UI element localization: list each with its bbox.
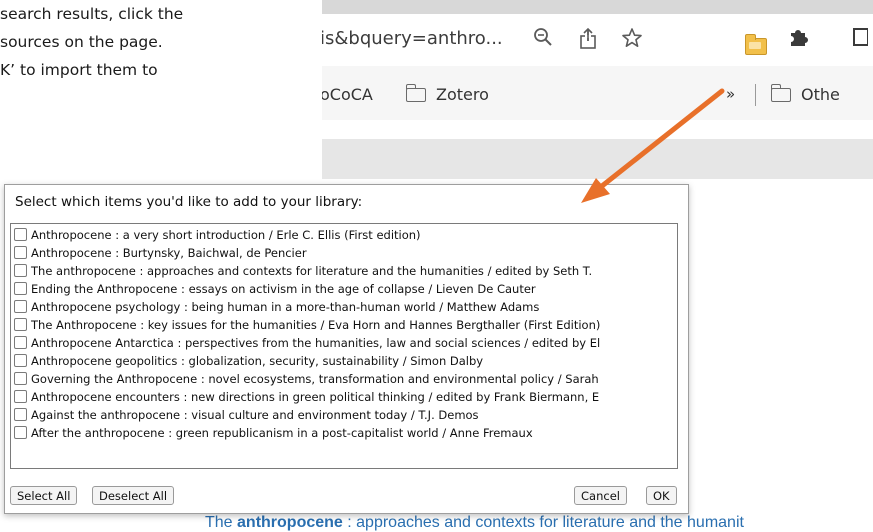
annotation-arrow: [581, 88, 725, 203]
